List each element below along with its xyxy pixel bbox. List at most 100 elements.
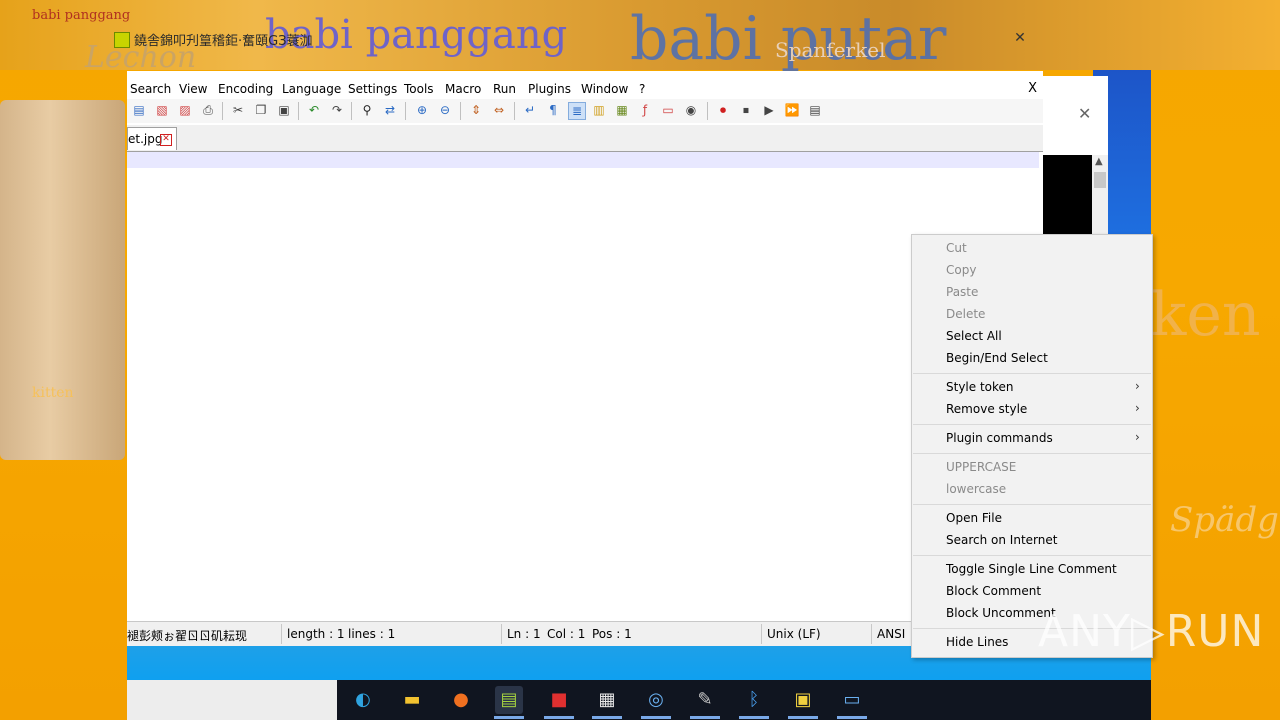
dialog-scrollbar[interactable] (1092, 155, 1108, 235)
paste-icon[interactable]: ▣ (276, 102, 292, 118)
menu-item-copy[interactable]: Copy (946, 263, 976, 277)
document-close-button[interactable]: X (1028, 81, 1037, 96)
current-line-highlight (127, 152, 1039, 168)
running-app-indicator (690, 716, 720, 719)
scroll-up-icon[interactable]: ▲ (1095, 156, 1103, 167)
menu-window[interactable]: Window (581, 82, 628, 96)
folder-workspace-icon[interactable]: ▭ (660, 102, 676, 118)
news-icon[interactable]: ▦ (593, 686, 621, 714)
dialog-preview-pane (1043, 155, 1092, 235)
udl-icon[interactable]: ▥ (591, 102, 607, 118)
menu-plugins[interactable]: Plugins (528, 82, 571, 96)
zoom-out-icon[interactable]: ⊖ (437, 102, 453, 118)
firefox-icon[interactable]: ● (447, 686, 475, 714)
menu-macro[interactable]: Macro (445, 82, 481, 96)
undo-icon[interactable]: ↶ (306, 102, 322, 118)
paint-icon[interactable]: ✎ (691, 686, 719, 714)
submenu-arrow-icon: › (1135, 401, 1140, 415)
monitor-icon[interactable]: ◉ (683, 102, 699, 118)
stop-icon[interactable]: ⏹ (738, 102, 754, 118)
find-icon[interactable]: ⚲ (359, 102, 375, 118)
menu-language[interactable]: Language (282, 82, 341, 96)
running-app-indicator (592, 716, 622, 719)
toolbar-separator (405, 102, 406, 120)
menu-item-cut[interactable]: Cut (946, 241, 967, 255)
winrar-icon[interactable]: ▣ (789, 686, 817, 714)
menu-item-toggle-comment[interactable]: Toggle Single Line Comment (946, 562, 1117, 576)
all-chars-icon[interactable]: ¶ (545, 102, 561, 118)
zoom-in-icon[interactable]: ⊕ (414, 102, 430, 118)
menu-settings[interactable]: Settings (348, 82, 397, 96)
tab-label: et.jpg (128, 132, 163, 146)
menu-item-paste[interactable]: Paste (946, 285, 978, 299)
toolbar-separator (514, 102, 515, 120)
menu-item-plugin-commands[interactable]: Plugin commands (946, 431, 1053, 445)
menu-tools[interactable]: Tools (404, 82, 434, 96)
status-eol[interactable]: Unix (LF) (767, 627, 821, 641)
menu-search[interactable]: Search (130, 82, 171, 96)
running-app-indicator (837, 716, 867, 719)
run-multiple-icon[interactable]: ⏩ (784, 102, 800, 118)
app-red-icon[interactable]: ■ (545, 686, 573, 714)
record-icon[interactable]: ⏺ (715, 102, 731, 118)
window-close-button[interactable]: ✕ (1010, 30, 1030, 46)
save-macro-icon[interactable]: ▤ (807, 102, 823, 118)
tab-document[interactable]: et.jpg ✕ (127, 127, 177, 150)
notepadpp-icon[interactable]: ▤ (495, 686, 523, 714)
copy-icon[interactable]: ❐ (253, 102, 269, 118)
toolbar-separator (351, 102, 352, 120)
submenu-arrow-icon: › (1135, 430, 1140, 444)
menu-run[interactable]: Run (493, 82, 516, 96)
menu-item-begin-end-select[interactable]: Begin/End Select (946, 351, 1048, 365)
menu-item-open-file[interactable]: Open File (946, 511, 1002, 525)
running-app-indicator (544, 716, 574, 719)
menu-item-block-comment[interactable]: Block Comment (946, 584, 1041, 598)
network-icon[interactable]: ◎ (642, 686, 670, 714)
menu-item-style-token[interactable]: Style token (946, 380, 1014, 394)
editor-area[interactable] (127, 152, 1043, 617)
function-list-icon[interactable]: ƒ (637, 102, 653, 118)
replace-icon[interactable]: ⇄ (382, 102, 398, 118)
menu-view[interactable]: View (179, 82, 207, 96)
wallpaper-word-5: kitten (32, 385, 74, 401)
word-wrap-icon[interactable]: ↵ (522, 102, 538, 118)
taskbar-search-area[interactable] (127, 680, 337, 720)
status-encoding[interactable]: ANSI (877, 627, 905, 641)
dialog-scrollbar-thumb[interactable] (1094, 172, 1106, 188)
menu-item-lowercase[interactable]: lowercase (946, 482, 1006, 496)
menu-separator (913, 424, 1151, 425)
tab-bar: et.jpg ✕ (127, 125, 1043, 152)
new-file-icon[interactable]: ▤ (131, 102, 147, 118)
status-divider (501, 624, 502, 644)
running-app-indicator (739, 716, 769, 719)
redo-icon[interactable]: ↷ (329, 102, 345, 118)
wallpaper-word-ken: ken (1150, 280, 1261, 350)
edge-icon[interactable]: ◐ (349, 686, 377, 714)
menu-item-uppercase[interactable]: UPPERCASE (946, 460, 1016, 474)
menu-separator (913, 555, 1151, 556)
menu-item-remove-style[interactable]: Remove style (946, 402, 1027, 416)
menu-separator (913, 504, 1151, 505)
menu-item-select-all[interactable]: Select All (946, 329, 1002, 343)
menu-help[interactable]: ? (639, 82, 645, 96)
indent-guide-icon[interactable]: ≣ (568, 102, 586, 120)
doc-map-icon[interactable]: ▦ (614, 102, 630, 118)
app-window-icon[interactable]: ▭ (838, 686, 866, 714)
play-icon[interactable]: ▶ (761, 102, 777, 118)
status-col: Col : 1 (547, 627, 586, 641)
open-file-icon[interactable]: ▧ (154, 102, 170, 118)
menu-separator (913, 373, 1151, 374)
bluetooth-icon[interactable]: ᛒ (740, 686, 768, 714)
menu-item-hide-lines[interactable]: Hide Lines (946, 635, 1008, 649)
print-icon[interactable]: ⎙ (200, 102, 216, 118)
save-icon[interactable]: ▨ (177, 102, 193, 118)
menu-item-search-on-internet[interactable]: Search on Internet (946, 533, 1057, 547)
menu-encoding[interactable]: Encoding (218, 82, 273, 96)
file-explorer-icon[interactable]: ▬ (398, 686, 426, 714)
sync-v-icon[interactable]: ⇕ (468, 102, 484, 118)
menu-item-delete[interactable]: Delete (946, 307, 985, 321)
dialog-close-button[interactable]: ✕ (1078, 104, 1091, 123)
tab-close-icon[interactable]: ✕ (160, 134, 172, 146)
cut-icon[interactable]: ✂ (230, 102, 246, 118)
sync-h-icon[interactable]: ⇔ (491, 102, 507, 118)
